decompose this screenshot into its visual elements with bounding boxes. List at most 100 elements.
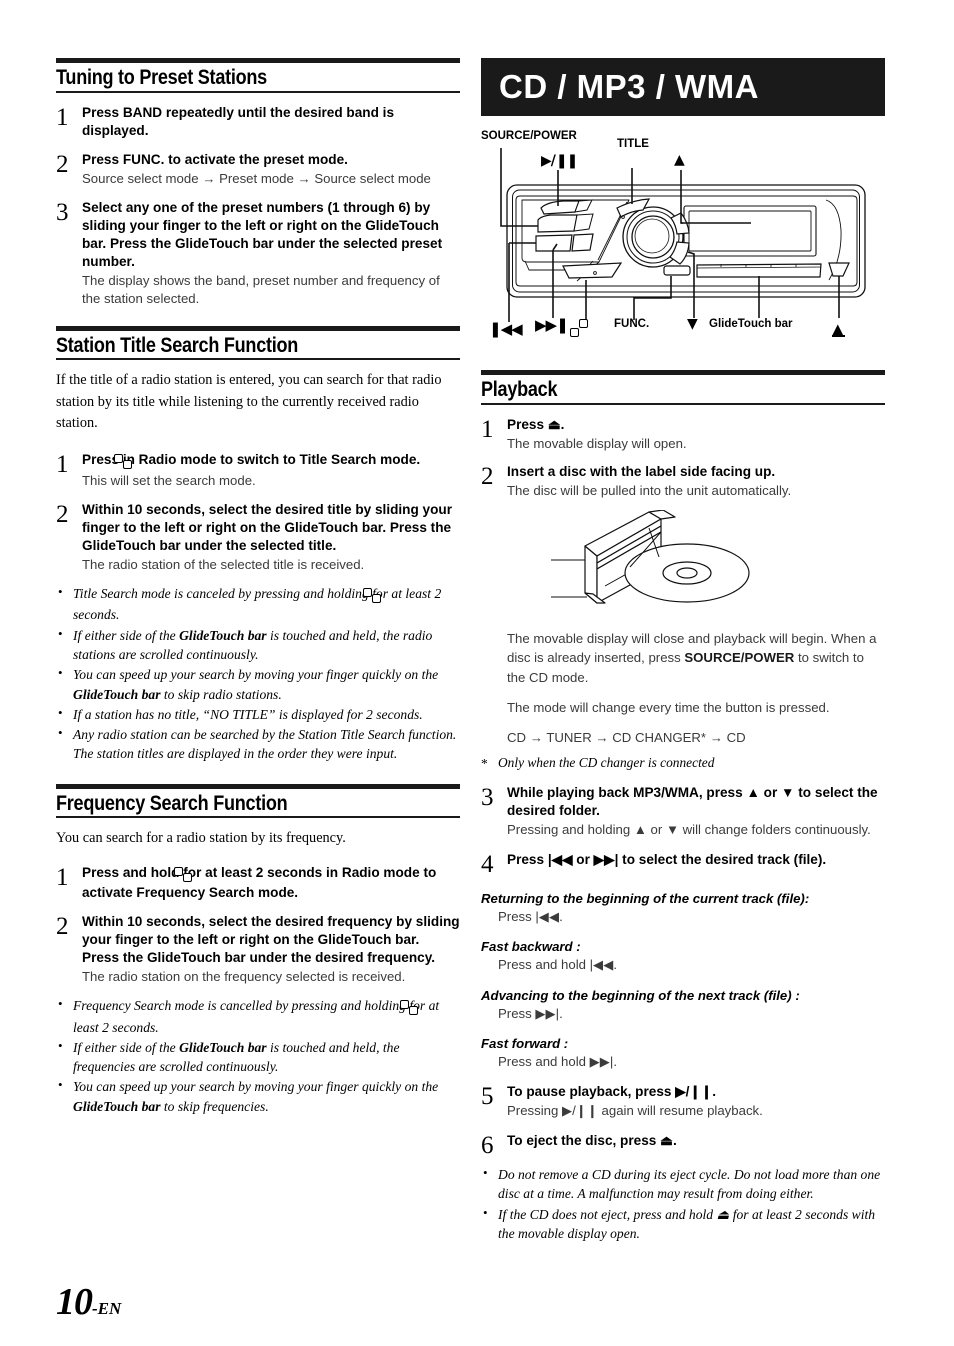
- step-3-2: 2 Within 10 seconds, select the desired …: [56, 913, 460, 986]
- leader-func: [633, 276, 672, 320]
- mode-head: Fast forward :: [481, 1035, 569, 1051]
- diagram-label-down-arrow: ▼: [687, 316, 698, 332]
- section-heading-station-title-search: Station Title Search Function: [56, 325, 460, 361]
- step-text: Press BAND repeatedly until the desired …: [82, 104, 395, 138]
- left-column: Tuning to Preset Stations 1 Press BAND r…: [56, 58, 460, 1117]
- section-intro: You can search for a radio station by it…: [56, 830, 346, 847]
- section-heading-playback: Playback: [481, 370, 885, 405]
- disc-insertion-illustration: [481, 510, 885, 618]
- step-text: While playing back MP3/WMA, press ▲ or ▼…: [507, 785, 878, 819]
- mode-body: Press |◀◀.: [498, 909, 563, 925]
- note-item: Frequency Search mode is cancelled by pr…: [56, 995, 460, 1037]
- step-subtext: Source select mode → Preset mode → Sourc…: [82, 170, 431, 186]
- manual-page: Tuning to Preset Stations 1 Press BAND r…: [0, 0, 954, 1346]
- step-number: 2: [56, 501, 69, 529]
- step-3-1: 1 Press and hold for at least 2 seconds …: [56, 864, 460, 902]
- leader-prev: [508, 242, 536, 322]
- diagram-label-source-power: SOURCE/POWER: [481, 130, 577, 142]
- title-pad-button-shape: [562, 262, 623, 279]
- section-title: Tuning to Preset Stations: [56, 66, 267, 89]
- step-subtext: The display shows the band, preset numbe…: [82, 272, 440, 306]
- step-pb-3: 3 While playing back MP3/WMA, press ▲ or…: [481, 784, 885, 839]
- step-number: 3: [481, 784, 494, 811]
- func-button-shape: [663, 265, 691, 276]
- mode-head: Fast backward :: [481, 939, 581, 955]
- note-item: If either side of the GlideTouch bar is …: [56, 625, 460, 665]
- step-pb-6: 6 To eject the disc, press ⏏.: [481, 1132, 885, 1158]
- note-item: You can speed up your search by moving y…: [56, 1076, 460, 1116]
- note-item: If a station has no title, “NO TITLE” is…: [56, 704, 460, 724]
- step-subtext: Pressing ▶/❙❙ again will resume playback…: [507, 1103, 763, 1119]
- step-number: 2: [481, 463, 494, 491]
- diagram-label-up-arrow: ▲: [674, 152, 685, 168]
- diagram-label-next-track: ▶▶❚: [535, 316, 569, 334]
- chapter-title: CD / MP3 / WMA: [499, 68, 759, 105]
- mode-body: Press and hold ▶▶|.: [498, 1054, 618, 1070]
- note-item: Any radio station can be searched by the…: [56, 724, 460, 764]
- step-number: 4: [481, 850, 494, 878]
- step-text: Within 10 seconds, select the desired ti…: [82, 502, 453, 554]
- step-text: To pause playback, press ▶/❙❙.: [507, 1084, 717, 1100]
- playback-footnote: * Only when the CD changer is connected: [481, 755, 715, 771]
- step-number: 6: [481, 1132, 494, 1160]
- disc-drawing: [551, 510, 750, 604]
- mode-head: Advancing to the beginning of the next t…: [481, 987, 800, 1003]
- step-1-3: 3 Select any one of the preset numbers (…: [56, 199, 460, 308]
- playback-note-1: The movable display will close and playb…: [507, 631, 877, 685]
- note-item: You can speed up your search by moving y…: [56, 664, 460, 704]
- step-subtext: The radio station of the selected title …: [82, 557, 365, 573]
- step-number: 5: [481, 1083, 494, 1111]
- step-pb-1: 1 Press ⏏. The movable display will open…: [481, 416, 885, 453]
- right-column: CD / MP3 / WMA SOURCE/POWER TITLE ▶/❚❚ ▲…: [481, 58, 885, 1244]
- note-item: If the CD does not eject, press and hold…: [481, 1204, 885, 1244]
- leader-next: [552, 243, 558, 318]
- playback-mode-list: Returning to the beginning of the curren…: [481, 890, 885, 1070]
- section-title: Playback: [481, 378, 558, 401]
- step-text: Within 10 seconds, select the desired fr…: [82, 914, 460, 966]
- step-subtext: Pressing and holding ▲ or ▼ will change …: [507, 822, 871, 838]
- step-pb-5: 5 To pause playback, press ▶/❙❙. Pressin…: [481, 1083, 885, 1120]
- step-text: Press |◀◀ or ▶▶| to select the desired t…: [507, 851, 827, 867]
- step-text: Press ⏏.: [507, 416, 565, 432]
- mode-body: Press ▶▶|.: [498, 1005, 563, 1021]
- step-text: Select any one of the preset numbers (1 …: [82, 199, 443, 269]
- source-power-button-shape: [537, 213, 594, 233]
- section-heading-tuning: Tuning to Preset Stations: [56, 58, 460, 93]
- step-1-2: 2 Press FUNC. to activate the preset mod…: [56, 151, 460, 188]
- diagram-label-func: FUNC.: [614, 318, 650, 330]
- note-item: Title Search mode is canceled by pressin…: [56, 583, 460, 625]
- section-title: Station Title Search Function: [56, 333, 299, 357]
- playback-mode-chain: CD → TUNER → CD CHANGER* → CD: [507, 729, 746, 745]
- step-1-1: 1 Press BAND repeatedly until the desire…: [56, 104, 460, 140]
- step-subtext: The disc will be pulled into the unit au…: [507, 483, 792, 499]
- head-unit-diagram: SOURCE/POWER TITLE ▶/❚❚ ▲ ❚◀◀ ▶▶❚ FUNC. …: [481, 130, 885, 358]
- page-number-suffix: -EN: [92, 1299, 122, 1318]
- step-number: 1: [56, 864, 69, 892]
- step-2-1: 1 Press in Radio mode to switch to Title…: [56, 451, 460, 490]
- play-pause-button-shape: [540, 199, 593, 215]
- step-number: 2: [56, 913, 69, 941]
- note-item: If either side of the GlideTouch bar is …: [56, 1037, 460, 1077]
- step-text: Press FUNC. to activate the preset mode.: [82, 151, 348, 167]
- diagram-label-glidetouch-bar: GlideTouch bar: [709, 318, 793, 330]
- mode-body: Press and hold |◀◀.: [498, 957, 618, 973]
- diagram-label-prev-track: ❚◀◀: [489, 320, 523, 338]
- step-pb-4: 4 Press |◀◀ or ▶▶| to select the desired…: [481, 851, 885, 877]
- step-text: Insert a disc with the label side facing…: [507, 464, 776, 480]
- step-text: Press in Radio mode to switch to Title S…: [82, 452, 421, 470]
- note-item: Do not remove a CD during its eject cycl…: [481, 1164, 885, 1204]
- section-heading-frequency-search: Frequency Search Function: [56, 783, 460, 819]
- prev-next-button-shape: [535, 233, 594, 252]
- step-subtext: This will set the search mode.: [82, 473, 256, 489]
- section-intro: If the title of a radio station is enter…: [56, 372, 442, 432]
- glidetouch-bar-shape: [696, 263, 822, 278]
- section-title: Frequency Search Function: [56, 791, 288, 815]
- step-number: 3: [56, 198, 69, 226]
- notes-list-station-title: Title Search mode is canceled by pressin…: [56, 583, 460, 764]
- step-text: Press and hold for at least 2 seconds in…: [82, 865, 437, 901]
- page-number-value: 10: [56, 1281, 93, 1323]
- step-subtext: The radio station on the frequency selec…: [82, 969, 406, 985]
- step-subtext: The movable display will open.: [507, 435, 687, 451]
- page-number: 10-EN: [56, 1280, 121, 1324]
- notes-list-frequency-search: Frequency Search mode is cancelled by pr…: [56, 995, 460, 1116]
